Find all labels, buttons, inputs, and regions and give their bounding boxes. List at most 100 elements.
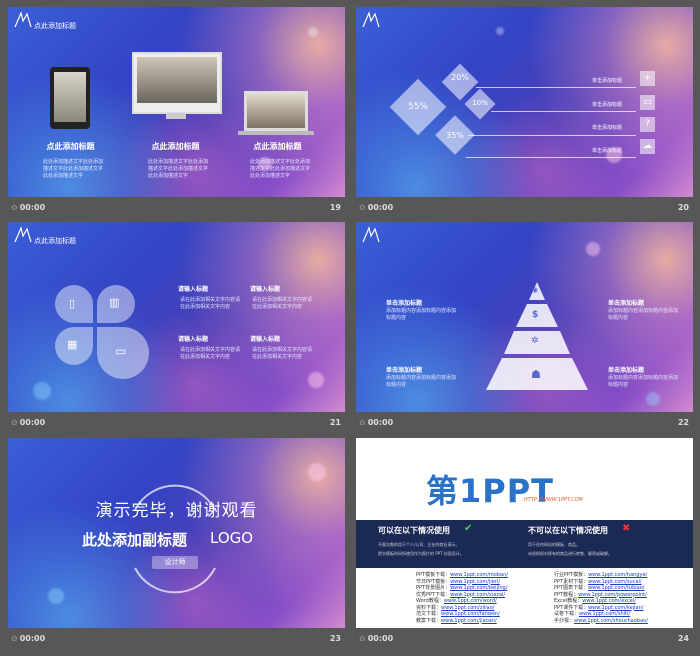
link-key: Word教程： bbox=[416, 598, 444, 604]
usage-banner: 可以在以下情况使用 ✔ 不可以在以下情况使用 ✖ 不限次数的用于个人/公司、企业… bbox=[356, 520, 693, 568]
item-label: 单击添加标题 bbox=[592, 125, 623, 131]
resource-link[interactable]: www.1ppt.com/shouchaobao/ bbox=[574, 618, 648, 624]
bokeh bbox=[48, 588, 64, 604]
slide-footer: ✩ 00:00 19 bbox=[8, 199, 345, 217]
link-row: 教案下载：www.1ppt.com/jiaoan/ bbox=[416, 618, 508, 625]
brand-url: HTTP://WWW.1PPT.COM bbox=[524, 497, 583, 503]
percent-label: 55% bbox=[407, 102, 428, 112]
resource-link[interactable]: www.1ppt.com/sucai/ bbox=[588, 579, 642, 585]
slide-time: 00:00 bbox=[19, 203, 46, 212]
resource-link[interactable]: www.1ppt.com/tubiao/ bbox=[588, 585, 644, 591]
slide-number: 23 bbox=[329, 634, 341, 643]
left-link-list: PPT模板下载：www.1ppt.com/moban/节日PPT模板：www.1… bbox=[416, 572, 508, 624]
block-text: 请在此添加相关文字内容请在此添加相关文字内容 bbox=[252, 297, 313, 310]
slide-number: 21 bbox=[329, 418, 341, 427]
slide-19[interactable]: 点此添加标题 点此添加标题 此处添加描述文字此处添加描述文字此处添加描述文字此处… bbox=[8, 7, 345, 197]
brand-logo: 第1PPT bbox=[426, 472, 555, 510]
slide-number: 19 bbox=[329, 203, 341, 212]
resource-link[interactable]: www.1ppt.com/xiazai/ bbox=[450, 592, 505, 598]
star-icon: ✩ bbox=[359, 203, 366, 212]
resource-link[interactable]: www.1ppt.com/word/ bbox=[444, 598, 497, 604]
calendar-icon: ▦ bbox=[67, 338, 78, 351]
cloud-icon: ☁ bbox=[640, 139, 655, 154]
gear-icon: ✲ bbox=[531, 336, 539, 346]
slide-22[interactable]: ◉ $ ✲ ☗ 单击添加标题 添加标题内容添加标题内容添加标题内容 单击添加标题… bbox=[356, 222, 693, 412]
slide-time: 00:00 bbox=[367, 418, 394, 427]
bar-chart-icon: ▥ bbox=[109, 296, 120, 309]
resource-link[interactable]: www.1ppt.com/fanwen/ bbox=[441, 611, 500, 617]
link-key: PPT课件下载： bbox=[554, 604, 589, 611]
resource-link[interactable]: www.1ppt.com/ziliao/ bbox=[441, 605, 494, 611]
slide-time: 00:00 bbox=[19, 418, 46, 427]
link-key: 手抄报： bbox=[554, 617, 575, 624]
slide-title: 点此添加标题 bbox=[34, 22, 76, 30]
divider-line bbox=[466, 157, 636, 158]
slide-23[interactable]: 演示完毕，谢谢观看 此处添加副标题 LOGO 设计师 bbox=[8, 438, 345, 628]
monitor-icon: ▭ bbox=[115, 344, 127, 358]
slide-footer: ✩ 00:00 22 bbox=[356, 414, 693, 432]
bokeh bbox=[33, 382, 51, 400]
column-heading: 点此添加标题 bbox=[46, 142, 95, 151]
column-heading: 点此添加标题 bbox=[151, 142, 200, 151]
thanks-title: 演示完毕，谢谢观看 bbox=[95, 501, 258, 521]
column-text: 此处添加描述文字此处添加描述文字此处添加描述文字此处添加描述文字 bbox=[43, 159, 104, 179]
star-icon: ✩ bbox=[11, 418, 18, 427]
plus-icon: + bbox=[640, 71, 655, 86]
block-text: 请在此添加相关文字内容请在此添加相关文字内容 bbox=[180, 347, 241, 360]
star-icon: ✩ bbox=[11, 634, 18, 643]
link-key: PPT模板下载： bbox=[416, 572, 451, 578]
bokeh bbox=[308, 463, 326, 481]
tablet-image bbox=[50, 67, 90, 129]
column-heading: 点此添加标题 bbox=[253, 142, 302, 151]
link-row: 手抄报：www.1ppt.com/shouchaobao/ bbox=[554, 618, 648, 625]
slide-footer: ✩ 00:00 20 bbox=[356, 199, 693, 217]
link-key: 优秀PPT下载： bbox=[416, 591, 451, 598]
resource-link[interactable]: www.1ppt.com/kejian/ bbox=[588, 605, 643, 611]
bokeh bbox=[308, 27, 318, 37]
slide-21[interactable]: 点此添加标题 ▯ ▥ ▦ ▭ 请输入标题 请在此添加相关文字内容请在此添加相关文… bbox=[8, 222, 345, 412]
divider-line bbox=[476, 87, 636, 88]
designer-badge: 设计师 bbox=[152, 556, 198, 569]
resource-link[interactable]: www.1ppt.com/powerpoint/ bbox=[578, 592, 647, 598]
item-label: 单击添加标题 bbox=[592, 102, 623, 108]
block-label: 请输入标题 bbox=[250, 336, 281, 343]
monitor-image bbox=[132, 52, 222, 114]
monitor-stand bbox=[166, 113, 186, 119]
link-key: 教案下载： bbox=[416, 617, 442, 624]
user-icon: ☗ bbox=[531, 368, 541, 381]
column-text: 此处添加描述文字此处添加描述文字此处添加描述文字此处添加描述文字 bbox=[148, 159, 209, 179]
link-key: 资料下载： bbox=[416, 604, 442, 611]
can-use-title: 可以在以下情况使用 bbox=[378, 526, 450, 535]
resource-link[interactable]: www.1ppt.com/excel/ bbox=[582, 598, 636, 604]
column-text: 此处添加描述文字此处添加描述文字此处添加描述文字此处添加描述文字 bbox=[250, 159, 311, 179]
question-icon: ? bbox=[640, 117, 655, 132]
link-key: Excel教程： bbox=[554, 598, 583, 604]
link-key: PPT教程： bbox=[554, 591, 579, 598]
bokeh bbox=[586, 242, 600, 256]
resource-link[interactable]: www.1ppt.com/moban/ bbox=[450, 572, 508, 578]
can-notes: 不限次数的用于个人/公司、企业的商业演示。 提交模板时间所使用作为图片的 PPT… bbox=[378, 542, 464, 556]
image-icon: ▭ bbox=[640, 95, 655, 110]
divider-line bbox=[468, 135, 636, 136]
resource-link[interactable]: www.1ppt.com/jiaoan/ bbox=[441, 618, 497, 624]
resource-link[interactable]: www.1ppt.com/shiti/ bbox=[579, 611, 630, 617]
laptop-base bbox=[238, 131, 314, 135]
dollar-icon: $ bbox=[532, 310, 539, 320]
slide-number: 20 bbox=[677, 203, 689, 212]
link-key: 范文下载： bbox=[416, 611, 442, 617]
corner-logo-icon bbox=[362, 11, 380, 28]
label-text: 添加标题内容添加标题内容添加标题内容 bbox=[608, 375, 679, 388]
block-text: 请在此添加相关文字内容请在此添加相关文字内容 bbox=[252, 347, 313, 360]
slide-number: 22 bbox=[677, 418, 689, 427]
chart-petal: ▥ bbox=[97, 285, 135, 323]
resource-link[interactable]: www.1ppt.com/beijing/ bbox=[450, 585, 507, 591]
slide-24[interactable]: 第1PPT HTTP://WWW.1PPT.COM 可以在以下情况使用 ✔ 不可… bbox=[356, 438, 693, 628]
resource-link[interactable]: www.1ppt.com/jieri/ bbox=[450, 579, 500, 585]
resource-link[interactable]: www.1ppt.com/hangye/ bbox=[588, 572, 647, 578]
slide-footer: ✩ 00:00 21 bbox=[8, 414, 345, 432]
star-icon: ✩ bbox=[359, 634, 366, 643]
slide-20[interactable]: 55% 20% 10% 35% 单击添加标题 单击添加标题 单击添加标题 单击添… bbox=[356, 7, 693, 197]
star-icon: ✩ bbox=[11, 203, 18, 212]
phone-icon: ▯ bbox=[69, 297, 76, 310]
label-title: 单击添加标题 bbox=[386, 300, 423, 307]
